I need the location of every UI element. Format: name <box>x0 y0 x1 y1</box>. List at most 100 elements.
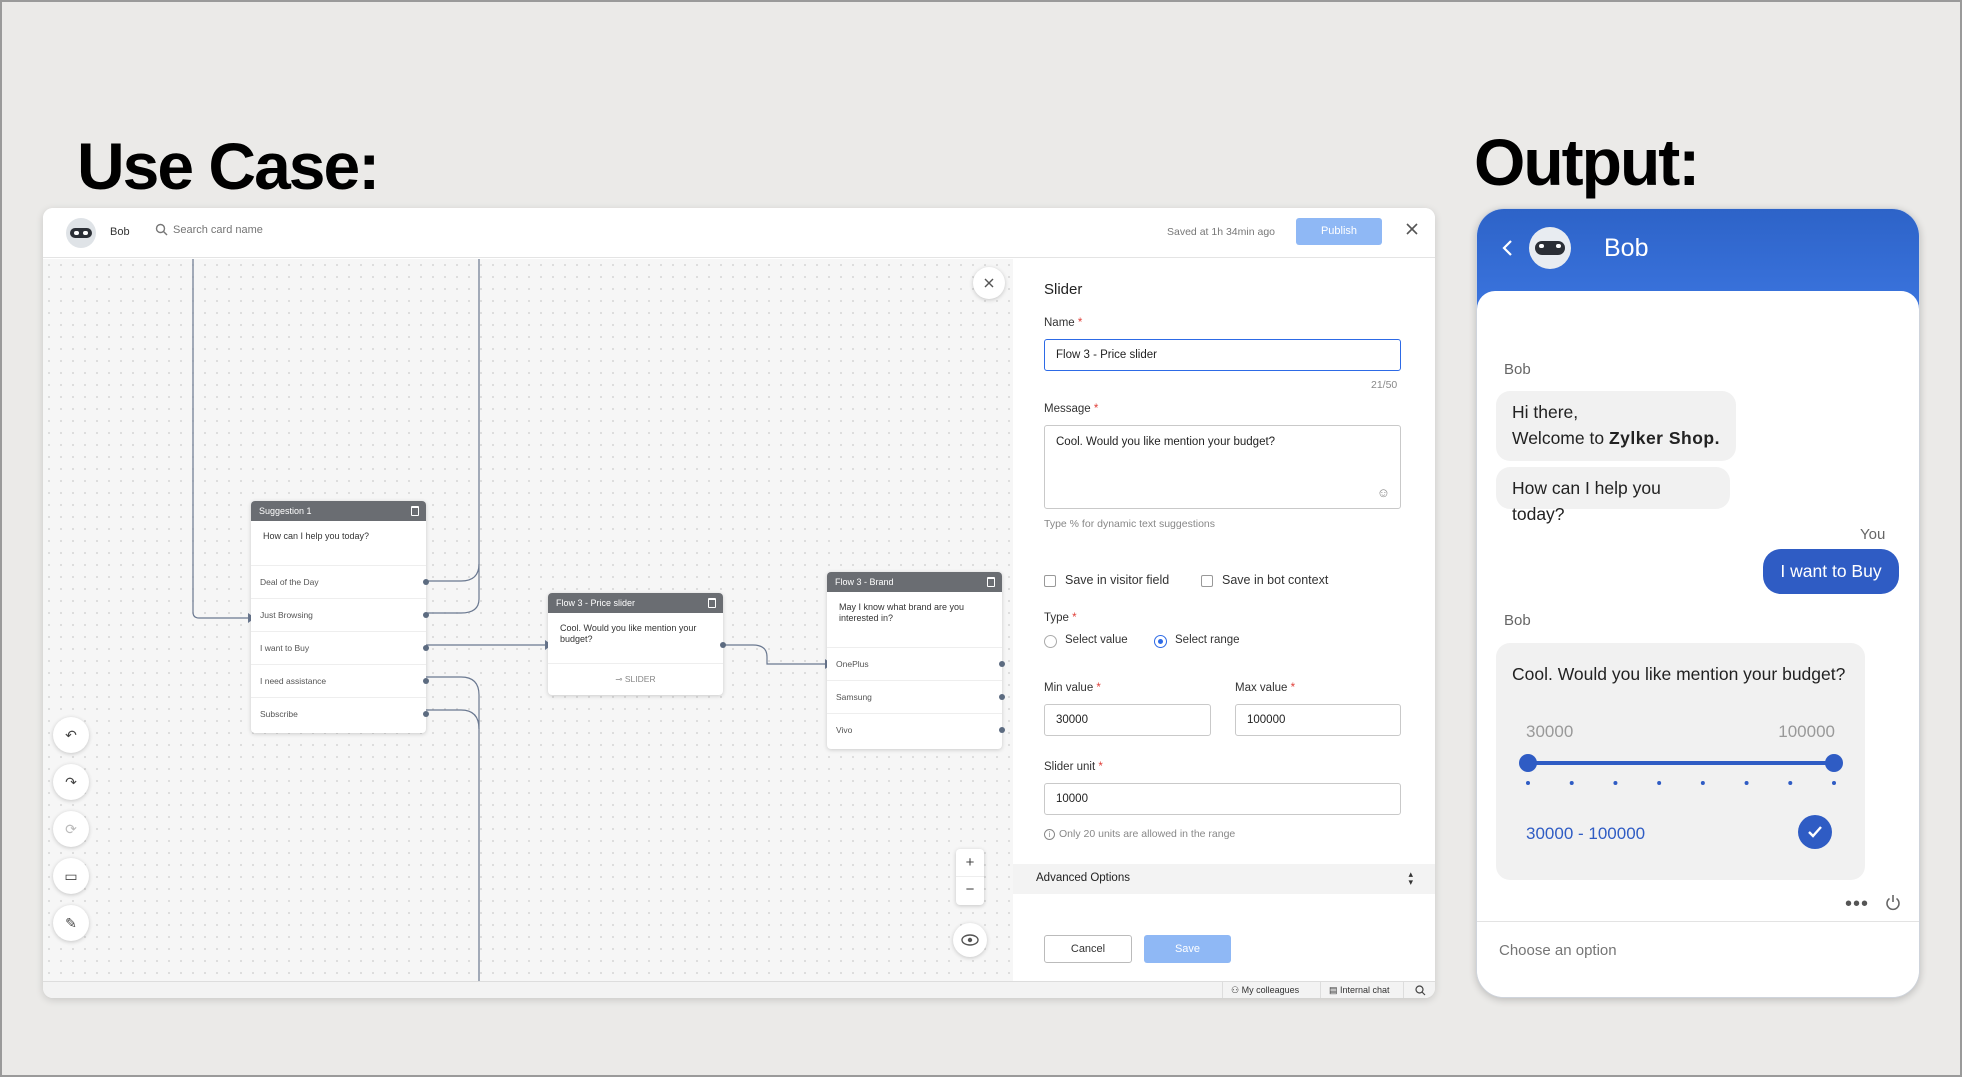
select-value-label: Select value <box>1065 634 1128 646</box>
select-value-radio[interactable] <box>1044 635 1057 648</box>
trash-icon[interactable] <box>708 598 716 608</box>
card-option[interactable]: OnePlus <box>827 647 1005 680</box>
card-title: Flow 3 - Brand <box>835 577 894 587</box>
card-header: Suggestion 1 <box>251 501 426 521</box>
chat-bot-name: Bob <box>1604 234 1649 262</box>
slider-selected-range: 30000 - 100000 <box>1526 824 1646 843</box>
cancel-button[interactable]: Cancel <box>1044 935 1132 963</box>
trash-icon[interactable] <box>411 506 419 516</box>
preview-eye-button[interactable] <box>953 923 987 957</box>
zoom-controls: + − <box>956 849 984 905</box>
card-message: How can I help you today? <box>263 531 370 541</box>
preview-button[interactable]: ▭ <box>53 858 89 894</box>
chat-bot-avatar <box>1529 227 1571 269</box>
slider-message-card: Cool. Would you like mention your budget… <box>1496 643 1865 880</box>
card-option[interactable]: I need assistance <box>251 664 429 697</box>
search-icon <box>155 223 168 236</box>
trash-icon[interactable] <box>987 577 995 587</box>
slider-tick-dot <box>1832 781 1836 785</box>
chat-body: Bob Hi there, Welcome to Zylker Shop. Ho… <box>1477 291 1919 997</box>
power-icon[interactable] <box>1885 894 1901 911</box>
slider-unit-input[interactable]: 10000 <box>1044 783 1401 815</box>
redo-button[interactable]: ↷ <box>53 764 89 800</box>
price-slider-card[interactable]: Flow 3 - Price slider Cool. Would you li… <box>548 593 726 695</box>
message-label: Message * <box>1044 403 1099 415</box>
bot-message: How can I help you today? <box>1496 467 1730 524</box>
monitor-icon: ▭ <box>64 868 78 884</box>
min-value-input[interactable]: 30000 <box>1044 704 1211 736</box>
close-panel-button[interactable] <box>973 267 1005 299</box>
card-option[interactable]: Just Browsing <box>251 598 429 631</box>
slider-max-label: 100000 <box>1778 722 1835 741</box>
eye-icon <box>961 934 979 946</box>
slider-unit-label: Slider unit * <box>1044 761 1103 773</box>
slider-tick-dot <box>1569 781 1574 785</box>
close-icon <box>984 278 994 288</box>
statusbar-search-button[interactable] <box>1403 982 1435 998</box>
save-bot-checkbox[interactable] <box>1201 575 1213 587</box>
undo-icon: ↶ <box>65 727 77 743</box>
use-case-heading: Use Case: <box>77 129 380 203</box>
save-button[interactable]: Save <box>1144 935 1231 963</box>
chat-icon: ▤ <box>1329 985 1341 995</box>
sort-icon: ▴ ▾ <box>1408 869 1413 887</box>
card-title: Suggestion 1 <box>259 506 312 516</box>
card-option[interactable]: Deal of the Day <box>251 565 429 598</box>
back-chevron-icon[interactable] <box>1501 239 1513 257</box>
publish-button[interactable]: Publish <box>1296 218 1382 245</box>
suggestion-card[interactable]: Suggestion 1 How can I help you today? D… <box>251 501 429 733</box>
form-title: Slider <box>1044 281 1083 298</box>
zoom-out-button[interactable]: − <box>956 877 984 904</box>
bot-builder-panel: Bob Saved at 1h 34min ago Publish <box>43 208 1435 998</box>
message-textarea[interactable]: Cool. Would you like mention your budget… <box>1044 425 1401 509</box>
refresh-icon: ⟳ <box>65 821 77 837</box>
zoom-in-button[interactable]: + <box>956 849 984 877</box>
max-value-label: Max value * <box>1235 682 1296 694</box>
search-icon <box>1415 985 1426 996</box>
name-label: Name * <box>1044 317 1083 329</box>
brand-card[interactable]: Flow 3 - Brand May I know what brand are… <box>827 572 1005 749</box>
info-icon: i <box>1044 829 1055 840</box>
name-counter: 21/50 <box>1371 379 1398 391</box>
card-header: Flow 3 - Price slider <box>548 593 723 613</box>
settings-button[interactable]: ✎ <box>53 905 89 941</box>
status-bar: ⚇ My colleagues ▤ Internal chat <box>43 981 1435 998</box>
chat-input-divider <box>1477 921 1919 922</box>
emoji-icon[interactable]: ☺ <box>1377 485 1390 500</box>
select-range-radio[interactable] <box>1154 635 1167 648</box>
output-heading: Output: <box>1474 125 1700 199</box>
undo-button[interactable]: ↶ <box>53 717 89 753</box>
user-message: I want to Buy <box>1763 549 1899 594</box>
bot-avatar <box>66 218 96 248</box>
min-value-label: Min value * <box>1044 682 1101 694</box>
save-bot-label: Save in bot context <box>1222 573 1329 587</box>
card-option[interactable]: Subscribe <box>251 697 429 730</box>
search-card-input[interactable] <box>173 220 393 240</box>
more-options-icon[interactable]: ••• <box>1845 893 1869 916</box>
slider-glyph-icon: ⊸ <box>615 674 625 684</box>
card-option[interactable]: Vivo <box>827 713 1005 746</box>
confirm-button[interactable] <box>1798 815 1832 849</box>
chat-input[interactable] <box>1499 935 1879 965</box>
slider-footer: ⊸ SLIDER <box>548 663 723 694</box>
range-slider[interactable] <box>1516 751 1846 791</box>
close-icon[interactable] <box>1405 222 1419 236</box>
name-input[interactable]: Flow 3 - Price slider <box>1044 339 1401 371</box>
message-hint: Type % for dynamic text suggestions <box>1044 518 1215 530</box>
save-visitor-checkbox[interactable] <box>1044 575 1056 587</box>
card-option[interactable]: Samsung <box>827 680 1005 713</box>
max-value-input[interactable]: 100000 <box>1235 704 1401 736</box>
card-option[interactable]: I want to Buy <box>251 631 429 664</box>
slider-unit-hint: i Only 20 units are allowed in the range <box>1044 828 1235 840</box>
internal-chat-button[interactable]: ▤ Internal chat <box>1320 982 1398 998</box>
slider-min-label: 30000 <box>1526 722 1574 741</box>
reset-button[interactable]: ⟳ <box>53 811 89 847</box>
slider-min-handle <box>1519 754 1537 772</box>
advanced-options-toggle[interactable]: Advanced Options ▴ ▾ <box>1013 864 1435 894</box>
card-message: Cool. Would you like mention your budget… <box>560 623 697 644</box>
slider-tick-dot <box>1788 781 1793 785</box>
redo-icon: ↷ <box>65 774 77 790</box>
my-colleagues-button[interactable]: ⚇ My colleagues <box>1222 982 1307 998</box>
card-header: Flow 3 - Brand <box>827 572 1002 592</box>
flow-canvas[interactable]: Suggestion 1 How can I help you today? D… <box>43 259 1013 985</box>
